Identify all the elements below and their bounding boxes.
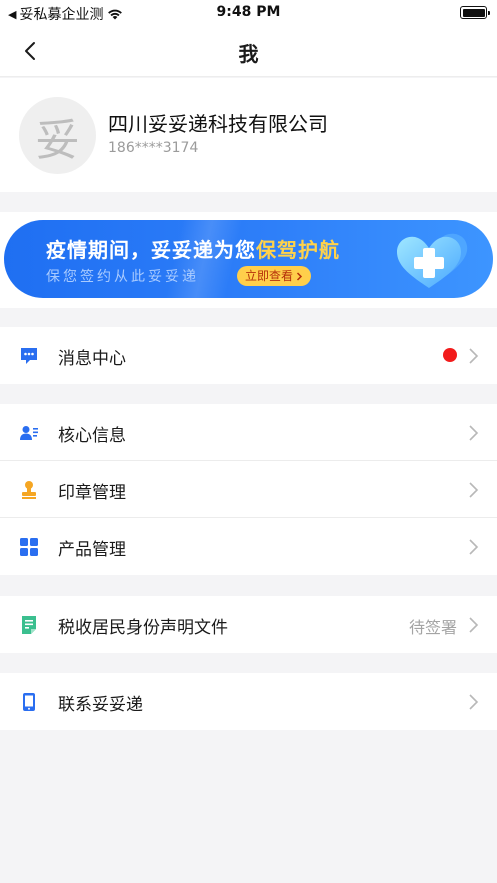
battery-icon: [460, 6, 490, 19]
stamp-icon: [22, 481, 36, 499]
banner-title: 疫情期间，妥妥递为您保驾护航: [46, 234, 340, 263]
avatar[interactable]: 妥: [19, 97, 96, 174]
id-card-icon: [20, 426, 38, 440]
chevron-right-icon: [469, 694, 479, 710]
message-icon: [21, 348, 37, 364]
chevron-right-icon: [469, 425, 479, 441]
banner-subtitle: 保您签约从此妥妥递: [46, 269, 199, 285]
grid-icon: [20, 538, 38, 556]
chevron-right-icon: [469, 617, 479, 633]
chevron-right-icon: [469, 539, 479, 555]
menu-item-label: 税收居民身份声明文件: [58, 618, 228, 638]
menu-item-label: 核心信息: [58, 426, 126, 446]
status-time: 9:48 PM: [216, 4, 281, 20]
promo-banner[interactable]: 疫情期间，妥妥递为您保驾护航 保您签约从此妥妥递 立即查看: [4, 220, 493, 298]
chevron-right-icon: [469, 348, 479, 364]
view-now-button[interactable]: 立即查看: [237, 266, 312, 286]
phone-number: 186****3174: [108, 140, 199, 156]
phone-icon: [23, 693, 35, 711]
banner-section: 疫情期间，妥妥递为您保驾护航 保您签约从此妥妥递 立即查看: [0, 212, 497, 308]
group-contact: 联系妥妥递: [0, 673, 497, 730]
menu-item-contact[interactable]: 联系妥妥递: [0, 673, 497, 730]
nav-bar: 我: [0, 26, 497, 77]
page-title: 我: [238, 42, 259, 66]
menu-item-product-management[interactable]: 产品管理: [0, 518, 497, 575]
menu-item-label: 联系妥妥递: [58, 695, 143, 715]
chevron-right-icon: [469, 482, 479, 498]
heart-cross-icon: [397, 233, 468, 288]
menu-item-label: 消息中心: [58, 349, 126, 369]
group-management: 核心信息 印章管理 产品管理: [0, 404, 497, 575]
sign-status: 待签署: [408, 618, 457, 637]
unread-badge: [443, 348, 457, 362]
menu-item-tax-declaration[interactable]: 税收居民身份声明文件 待签署: [0, 596, 497, 653]
view-now-label: 立即查看: [245, 269, 294, 283]
menu-item-core-info[interactable]: 核心信息: [0, 404, 497, 461]
banner-title-main: 疫情期间，妥妥递为您: [46, 238, 256, 262]
menu-item-label: 产品管理: [58, 540, 126, 560]
company-name: 四川妥妥递科技有限公司: [108, 112, 328, 136]
chevron-right-icon: [296, 271, 303, 281]
banner-title-highlight: 保驾护航: [256, 238, 340, 262]
menu-item-message-center[interactable]: 消息中心: [0, 327, 497, 384]
document-icon: [22, 616, 36, 634]
profile-card[interactable]: 妥 四川妥妥递科技有限公司 186****3174: [0, 78, 497, 192]
group-tax: 税收居民身份声明文件 待签署: [0, 596, 497, 653]
menu-item-label: 印章管理: [58, 483, 126, 503]
menu-item-seal-management[interactable]: 印章管理: [0, 461, 497, 518]
status-bar: ◀ 妥私募企业测 9:48 PM: [0, 0, 497, 26]
group-messages: 消息中心: [0, 327, 497, 384]
